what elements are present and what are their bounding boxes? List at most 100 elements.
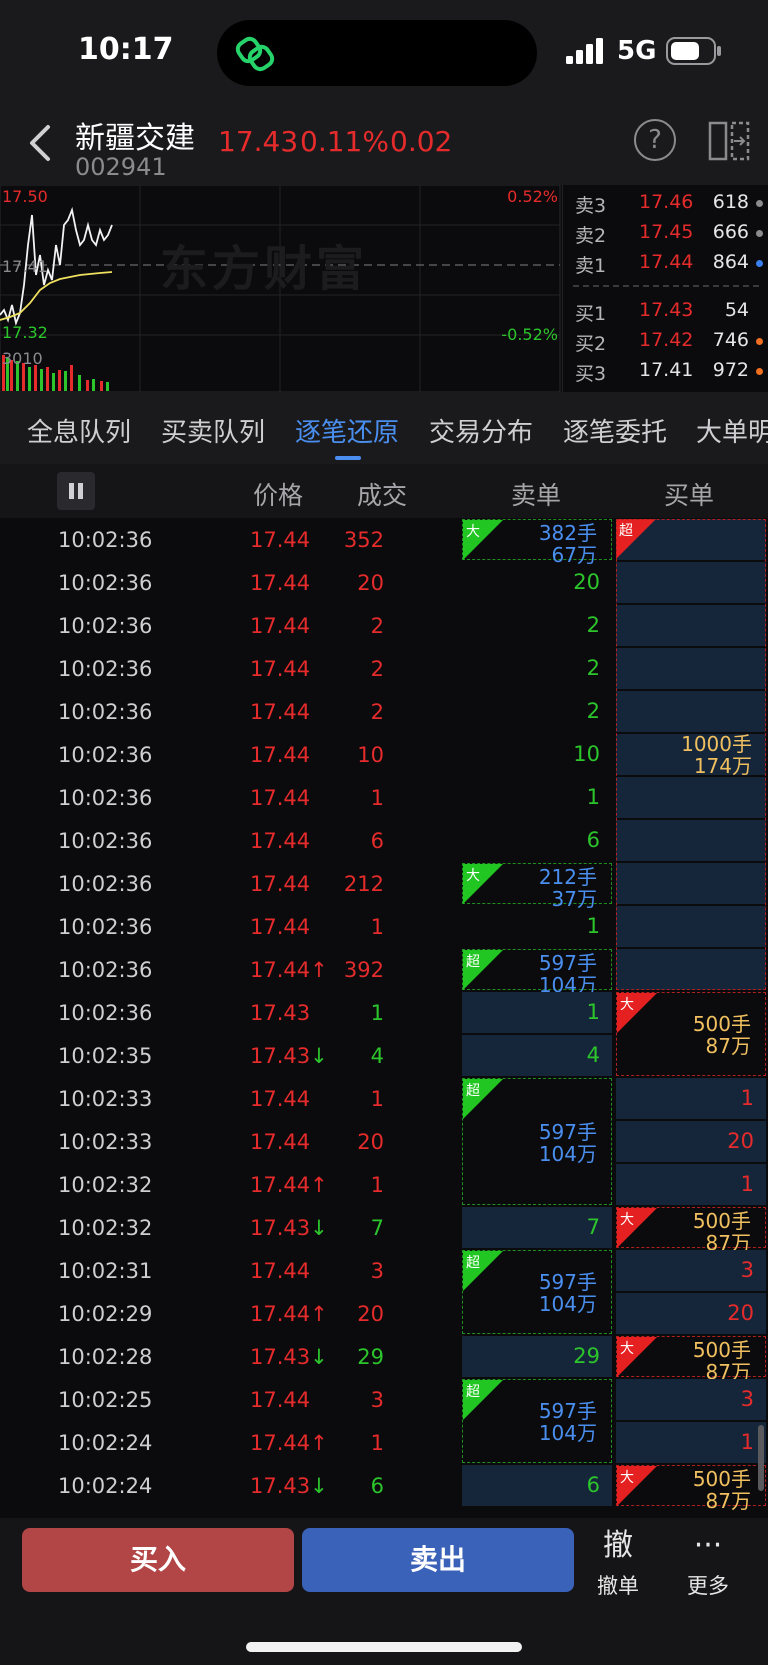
bottom-action-bar: 买入 卖出 撤 撤单 ··· 更多 [0,1518,768,1665]
sell-large-order-block[interactable]: 超 597手 104万 [462,1078,612,1205]
cancel-order-button[interactable]: 撤 撤单 [578,1526,658,1600]
sell-order-cell[interactable]: 2 [462,648,612,689]
trade-price: 17.43 [250,1001,311,1025]
trade-row: 10:02:36 17.44 352 [0,518,462,561]
buy-order-cell[interactable]: 1 [616,1164,766,1205]
buy-order-cell[interactable]: 20 [616,1293,766,1334]
tab-large-orders[interactable]: 大单明细 [696,412,768,449]
buy-button[interactable]: 买入 [22,1528,294,1592]
order-volume: 2 [586,655,600,680]
order-book[interactable]: 卖3 17.46 618 卖2 17.45 666 卖1 17.44 864 买… [562,185,768,392]
buy-order-outline [616,519,766,990]
intraday-mini-chart[interactable]: 东方财富 17.50 17.41 17.32 3010 0.52% -0.52% [0,185,562,392]
trade-time: 10:02:24 [58,1431,153,1455]
sell-button[interactable]: 卖出 [302,1528,574,1592]
sell-order-cell[interactable]: 29 [462,1336,612,1377]
tab-trade-distribution[interactable]: 交易分布 [429,412,533,449]
trade-row: 10:02:24 17.44↑ 1 [0,1421,462,1464]
trade-time: 10:02:35 [58,1044,153,1068]
trade-price: 17.44 [250,614,311,638]
buy-order-cell[interactable]: 3 [616,1379,766,1420]
chart-high-pct: 0.52% [507,187,558,206]
trade-row: 10:02:32 17.44↑ 1 [0,1163,462,1206]
trade-price: 17.44 [250,657,311,681]
buy-order-cell[interactable]: 20 [616,1121,766,1162]
scrollbar-thumb[interactable] [758,1425,764,1491]
order-volume: 20 [573,569,600,594]
trade-price: 17.44 [250,915,311,939]
order-lots: 212手 37万 [538,865,597,911]
sell-order-cell[interactable]: 2 [462,605,612,646]
buy-order-cell[interactable]: 1 [616,1078,766,1119]
sell-large-order-block[interactable]: 大 212手 37万 [462,863,612,910]
change-amount: 0.02 [390,125,453,158]
trade-price: 17.44 [250,1130,311,1154]
sell-order-cell[interactable]: 1 [462,992,612,1033]
help-icon[interactable]: ? [634,119,676,161]
order-volume: 1 [740,1171,754,1196]
buy-large-order-block[interactable]: 超 1000手 174万 [616,519,766,990]
order-volume: 20 [727,1300,754,1325]
trade-volume: 2 [370,614,384,638]
back-arrow-icon[interactable] [22,121,58,165]
tick-trade-list[interactable]: 10:02:36 17.44 352 10:02:36 17.44 20 10:02:36 1… [0,518,768,1518]
tab-tick-orders[interactable]: 逐笔委托 [563,412,667,449]
buy-order-cell[interactable]: 1 [616,1422,766,1463]
sell-order-cell[interactable]: 1 [462,906,612,947]
sell-order-cell[interactable]: 20 [462,562,612,603]
sell-large-order-block[interactable]: 超 597手 104万 [462,949,612,996]
sell-order-cell[interactable]: 1 [462,777,612,818]
buy-large-order-block[interactable]: 大 500手 87万 [616,1465,766,1512]
order-size-tag: 大 [620,1470,634,1486]
sell-large-order-block[interactable]: 大 382手 67万 [462,519,612,566]
dynamic-island [217,20,537,86]
signal-icon [566,38,603,64]
sell-order-cell[interactable]: 6 [462,820,612,861]
buy-large-order-block[interactable]: 大 500手 87万 [616,1336,766,1383]
trade-row: 10:02:36 17.44 2 [0,604,462,647]
trade-price: 17.43↓ [250,1044,328,1068]
layout-switch-icon[interactable] [706,119,752,163]
order-size-tag: 超 [466,954,480,970]
trade-volume: 392 [343,958,384,982]
trade-price: 17.44 [250,786,311,810]
trade-volume: 20 [357,1302,384,1326]
buy-order-cell[interactable]: 3 [616,1250,766,1291]
tab-full-queue[interactable]: 全息队列 [27,412,131,449]
trade-volume: 4 [370,1044,384,1068]
trade-time: 10:02:33 [58,1130,153,1154]
tab-bid-ask-queue[interactable]: 买卖队列 [161,412,265,449]
buy-large-order-block[interactable]: 大 500手 87万 [616,992,766,1076]
sell-large-order-block[interactable]: 超 597手 104万 [462,1250,612,1334]
more-button[interactable]: ··· 更多 [668,1526,748,1600]
trade-volume: 6 [370,1474,384,1498]
order-volume: 4 [586,1042,600,1067]
trade-volume: 1 [370,1087,384,1111]
pause-icon[interactable] [57,472,95,510]
trade-row: 10:02:36 17.44 2 [0,647,462,690]
trade-volume: 20 [357,571,384,595]
buy-large-order-block[interactable]: 大 500手 87万 [616,1207,766,1254]
sell-order-cell[interactable]: 10 [462,734,612,775]
trade-row: 10:02:33 17.44 20 [0,1120,462,1163]
trade-row: 10:02:24 17.43↓ 6 [0,1464,462,1507]
sell-large-order-block[interactable]: 超 597手 104万 [462,1379,612,1463]
order-volume: 2 [586,612,600,637]
sell-order-cell[interactable]: 4 [462,1035,612,1076]
home-indicator[interactable] [246,1642,522,1652]
sell-order-cell[interactable]: 7 [462,1207,612,1248]
current-price: 17.43 [218,125,299,158]
trade-time: 10:02:36 [58,829,153,853]
trade-time: 10:02:36 [58,700,153,724]
tab-tick-restore[interactable]: 逐笔还原 [295,412,399,449]
trade-row: 10:02:28 17.43↓ 29 [0,1335,462,1378]
sell-order-cell[interactable]: 2 [462,691,612,732]
order-lots: 597手 104万 [538,951,597,997]
column-volume: 成交 [357,481,408,510]
change-percent: 0.11% [300,125,389,158]
ask-row: 卖2 17.45 666 [569,219,765,249]
sell-order-cell[interactable]: 6 [462,1465,612,1506]
network-type: 5G [617,36,657,66]
trade-row: 10:02:36 17.44 2 [0,690,462,733]
order-volume: 6 [586,827,600,852]
